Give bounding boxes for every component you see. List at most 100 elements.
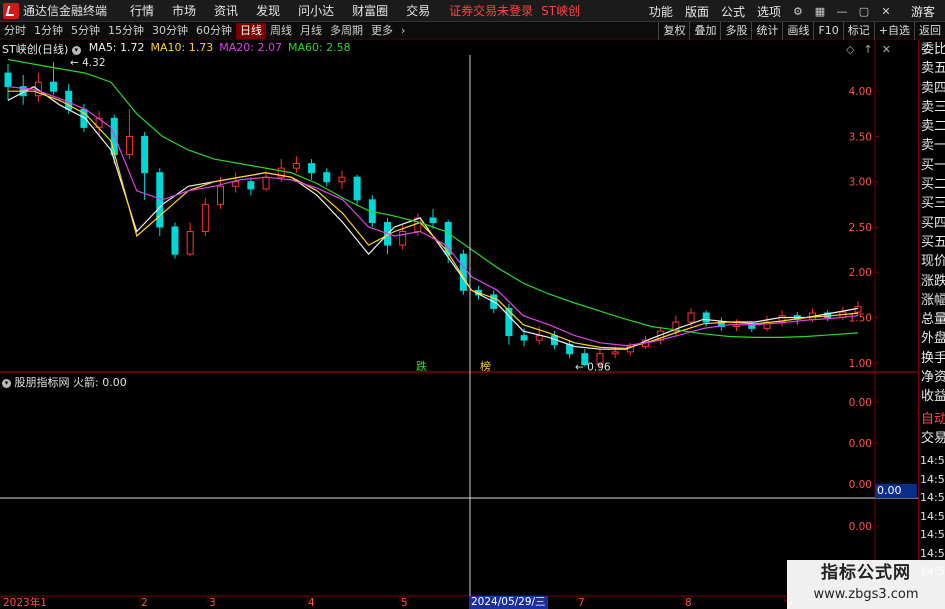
menu-news[interactable]: 资讯	[205, 2, 247, 19]
side-label-6: 买一	[921, 157, 945, 173]
candle-body[interactable]	[459, 253, 467, 291]
x-tick-label: 2	[141, 597, 148, 609]
candle-body[interactable]	[338, 176, 346, 183]
tool-overlay[interactable]: 叠加	[689, 22, 720, 40]
menu-discover[interactable]: 发现	[247, 2, 289, 19]
maximize-icon[interactable]: ▢	[853, 0, 875, 22]
ind-tick-label: 0.00	[849, 479, 872, 491]
x-tick-label: 5	[401, 597, 408, 609]
tool-f10[interactable]: F10	[813, 22, 842, 40]
tool-mark[interactable]: 标记	[842, 22, 874, 40]
low-price-label: ← 0.96	[575, 361, 611, 373]
mark-flag: 榜	[480, 359, 491, 373]
candle-body[interactable]	[687, 312, 695, 323]
candle-body[interactable]	[429, 217, 437, 223]
guest-user[interactable]: 游客	[911, 3, 935, 20]
side-trade[interactable]: 交易	[919, 429, 945, 448]
candle-body[interactable]	[125, 135, 133, 156]
side-label-10: 买五	[921, 234, 945, 250]
candle-body[interactable]	[232, 181, 240, 187]
side-time-1: 14:55	[920, 472, 945, 486]
candle-body[interactable]	[247, 181, 255, 190]
chart-controls: ◇ ↑ ✕	[846, 43, 891, 56]
close-icon[interactable]: ✕	[875, 0, 897, 22]
menu-formula[interactable]: 公式	[715, 3, 751, 20]
candle-body[interactable]	[262, 176, 270, 190]
tool-multi-stock[interactable]: 多股	[720, 22, 751, 40]
candle-body[interactable]	[217, 185, 224, 205]
period-30min[interactable]: 30分钟	[148, 23, 192, 39]
tool-back[interactable]: 返回	[914, 22, 945, 40]
side-label-12: 涨跌	[921, 273, 945, 289]
diamond-icon[interactable]: ◇	[846, 43, 854, 56]
dropdown-circle-icon[interactable]: ▾	[71, 45, 81, 55]
menu-function[interactable]: 功能	[643, 3, 679, 20]
side-label-8: 买三	[921, 196, 945, 212]
up-arrow-icon[interactable]: ↑	[863, 43, 872, 56]
legend-stock[interactable]: ST峡创(日线) ▾	[2, 41, 83, 57]
period-monthly[interactable]: 月线	[296, 23, 326, 39]
period-timeshare[interactable]: 分时	[0, 23, 30, 39]
side-label-14: 总量	[921, 312, 945, 328]
period-weekly[interactable]: 周线	[266, 23, 296, 39]
candle-body[interactable]	[520, 335, 528, 341]
y-tick-label: 4.00	[849, 86, 872, 98]
period-5min[interactable]: 5分钟	[67, 23, 104, 39]
login-status[interactable]: 证券交易未登录	[449, 2, 533, 19]
menu-market[interactable]: 市场	[163, 2, 205, 19]
candle-body[interactable]	[4, 72, 12, 88]
candle-body[interactable]	[186, 231, 194, 255]
menu-wealth[interactable]: 财富圈	[343, 2, 397, 19]
skin-icon[interactable]: ▦	[809, 0, 831, 22]
candle-body[interactable]	[171, 226, 179, 255]
y-tick-label: 2.00	[849, 267, 872, 279]
settings-icon[interactable]: ⚙	[787, 0, 809, 22]
mark-down: 跌	[416, 359, 427, 373]
period-daily[interactable]: 日线	[236, 22, 266, 39]
candle-body[interactable]	[141, 135, 149, 174]
period-60min[interactable]: 60分钟	[192, 23, 236, 39]
dropdown-circle-icon[interactable]: ▾	[2, 378, 11, 388]
minimize-icon[interactable]: —	[831, 0, 853, 22]
close-chart-icon[interactable]: ✕	[882, 43, 891, 56]
period-toolbar: 分时 1分钟 5分钟 15分钟 30分钟 60分钟 日线 周线 月线 多周期 更…	[0, 22, 945, 40]
main-legend: ST峡创(日线) ▾ MA5: 1.72 MA10: 1.73 MA20: 2.…	[2, 41, 351, 57]
candle-body[interactable]	[353, 176, 361, 201]
period-more[interactable]: 更多	[367, 23, 397, 39]
side-label-18: 收益	[921, 389, 945, 405]
candle-body[interactable]	[201, 203, 209, 233]
kline-chart[interactable]: 1.001.502.002.503.003.504.000.000.000.00…	[0, 40, 918, 609]
candle-body[interactable]	[292, 163, 300, 169]
candle-body[interactable]	[308, 163, 316, 174]
menu-options[interactable]: 选项	[751, 3, 787, 20]
candle-body[interactable]	[702, 312, 710, 323]
tool-stats[interactable]: 统计	[751, 22, 782, 40]
tool-adjust[interactable]: 复权	[658, 22, 689, 40]
period-15min[interactable]: 15分钟	[104, 23, 148, 39]
ind-tick-label: 0.00	[849, 438, 872, 450]
side-label-13: 涨幅	[921, 292, 945, 308]
menu-layout[interactable]: 版面	[679, 3, 715, 20]
period-multi[interactable]: 多周期	[326, 23, 367, 39]
menu-quotes[interactable]: 行情	[121, 2, 163, 19]
candle-body[interactable]	[611, 351, 619, 355]
candle-body[interactable]	[399, 231, 407, 246]
side-label-16: 换手	[921, 350, 945, 366]
period-1min[interactable]: 1分钟	[30, 23, 67, 39]
indicator-legend[interactable]: ▾ 股朋指标网 火箭: 0.00	[2, 374, 127, 390]
side-auto[interactable]: 自动	[919, 410, 945, 429]
menu-trade[interactable]: 交易	[397, 2, 439, 19]
legend-ma10: MA10: 1.73	[150, 41, 214, 54]
candle-body[interactable]	[50, 81, 58, 92]
tdx-terminal-window: 通达信金融终端 行情 市场 资讯 发现 问小达 财富圈 交易 证券交易未登录 S…	[0, 0, 945, 609]
y-tick-label: 3.50	[849, 131, 872, 143]
chevron-right-icon[interactable]: ›	[397, 23, 409, 39]
side-label-7: 买二	[921, 177, 945, 193]
side-label-1: 卖五	[921, 61, 945, 77]
menu-ask[interactable]: 问小达	[289, 2, 343, 19]
tool-add-watchlist[interactable]: +自选	[873, 22, 914, 40]
side-label-9: 买四	[921, 215, 945, 231]
tool-draw[interactable]: 画线	[782, 22, 813, 40]
candle-body[interactable]	[535, 335, 543, 341]
candle-body[interactable]	[323, 172, 331, 183]
